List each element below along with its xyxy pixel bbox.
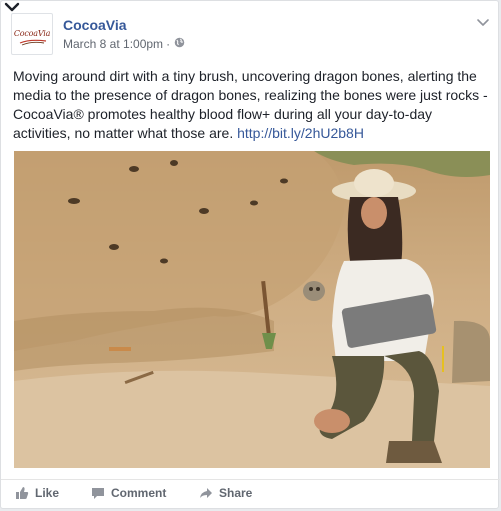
post-meta: March 8 at 1:00pm · — [63, 37, 185, 51]
share-label: Share — [219, 486, 253, 500]
share-button[interactable]: Share — [199, 486, 252, 500]
post-photo[interactable] — [14, 151, 490, 468]
comment-button[interactable]: Comment — [91, 486, 166, 500]
post-body: Moving around dirt with a tiny brush, un… — [13, 67, 489, 143]
post-link[interactable]: http://bit.ly/2hU2b8H — [237, 125, 364, 141]
page-name-link[interactable]: CocoaVia — [63, 17, 127, 33]
post-actions-bar: Like Comment Share — [1, 479, 500, 510]
post-timestamp[interactable]: March 8 at 1:00pm — [63, 37, 163, 51]
post-options-chevron-icon[interactable] — [476, 15, 490, 26]
facebook-post: CocoaVia CocoaVia March 8 at 1:00pm · Mo… — [0, 0, 500, 510]
meta-separator: · — [166, 37, 171, 51]
globe-icon[interactable] — [174, 37, 185, 51]
logo-swoosh-icon — [19, 39, 47, 46]
speech-bubble-icon — [92, 487, 104, 499]
share-arrow-icon — [200, 488, 212, 498]
photo-illustration — [14, 151, 490, 468]
thumbs-up-icon — [16, 487, 29, 499]
page-avatar[interactable]: CocoaVia — [11, 13, 53, 55]
avatar-logo-text: CocoaVia — [13, 28, 51, 38]
comment-label: Comment — [111, 486, 167, 500]
like-label: Like — [35, 486, 60, 500]
like-button[interactable]: Like — [15, 486, 59, 500]
